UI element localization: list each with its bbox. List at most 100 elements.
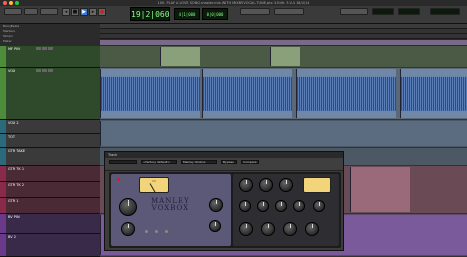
attack-knob[interactable] — [279, 178, 293, 192]
bypass-button[interactable]: Bypass — [221, 160, 237, 164]
track-header[interactable]: GTR 1 — [0, 198, 100, 214]
record-icon[interactable]: ● — [98, 8, 106, 16]
preset-selector[interactable]: <factory default> — [141, 160, 177, 164]
main-counter: 19|2|060 — [130, 7, 170, 21]
stop-icon[interactable]: ■ — [71, 8, 79, 16]
switch-icon[interactable] — [155, 230, 158, 233]
meter-button[interactable] — [398, 8, 420, 15]
minimize-icon[interactable] — [9, 1, 13, 5]
input-knob[interactable] — [121, 222, 135, 236]
window-title-text: 100. PLAY A LOVE SONG.master.mix.WITH MI… — [157, 1, 310, 5]
track-name: TOT — [8, 135, 16, 139]
ruler-tempo[interactable] — [100, 34, 467, 39]
vu-needle — [149, 183, 156, 194]
edit-tool-button[interactable] — [24, 8, 38, 15]
eq-high-knob[interactable] — [275, 200, 287, 212]
switch-icon[interactable] — [165, 230, 168, 233]
window-controls[interactable] — [3, 1, 19, 5]
mix-knob[interactable] — [305, 222, 319, 236]
vu-label: VU — [151, 179, 157, 183]
compressor-section — [233, 174, 339, 246]
hpf-knob[interactable] — [209, 220, 221, 232]
track-color — [0, 134, 6, 147]
master-knob[interactable] — [283, 222, 297, 236]
compare-button[interactable]: Compare — [241, 160, 259, 164]
track-name: GTR TK 1 — [8, 167, 25, 171]
track-color — [0, 166, 6, 181]
track-header[interactable]: BV PIN — [0, 214, 100, 234]
audio-clip[interactable] — [270, 47, 300, 66]
play-icon[interactable]: ▶ — [80, 8, 88, 16]
eq-low-knob[interactable] — [239, 200, 251, 212]
track-color — [0, 182, 6, 197]
track-name: GTR TAKE — [8, 149, 26, 153]
cpu-meter — [430, 8, 460, 15]
brand-name: MANLEY VOXBOX — [151, 198, 190, 212]
audio-clip[interactable] — [400, 69, 467, 118]
track-header[interactable]: MF PIN — [0, 46, 100, 68]
brand-line-2: VOXBOX — [151, 204, 190, 212]
ruler-label-meter: Meter — [3, 39, 12, 43]
audio-clip[interactable] — [100, 121, 467, 146]
track-lane[interactable] — [100, 120, 467, 148]
track-header[interactable]: TOT — [0, 134, 100, 148]
threshold-knob[interactable] — [239, 178, 253, 192]
track-name: GTR TK 2 — [8, 183, 25, 187]
release-knob[interactable] — [313, 200, 325, 212]
track-color — [0, 198, 6, 213]
deesser-knob[interactable] — [293, 200, 305, 212]
track-name: BV PIN — [8, 215, 20, 219]
track-buttons[interactable] — [36, 69, 53, 72]
track-color — [0, 234, 6, 256]
limiter-knob[interactable] — [239, 222, 253, 236]
audio-clip[interactable] — [350, 167, 410, 212]
makeup-knob[interactable] — [261, 222, 275, 236]
track-buttons[interactable] — [36, 47, 53, 50]
end-counter: 0|0|000 — [202, 8, 228, 20]
audio-clip[interactable] — [160, 47, 200, 66]
vu-meter: VU — [139, 177, 169, 194]
track-selector[interactable] — [109, 160, 137, 164]
plugin-window[interactable]: Track <factory default> Manley Voxbox By… — [104, 151, 344, 251]
grid-button[interactable] — [40, 8, 58, 15]
cursor-button[interactable] — [274, 8, 304, 15]
audio-clip[interactable] — [296, 69, 396, 118]
close-icon[interactable] — [3, 1, 7, 5]
track-color — [0, 148, 6, 165]
preamp-section: VU MANLEY VOXBOX — [111, 174, 231, 246]
gr-meter — [303, 177, 331, 193]
switch-icon[interactable] — [145, 230, 148, 233]
track-header[interactable]: GTR TK 2 — [0, 182, 100, 198]
zoom-preset-button[interactable] — [340, 8, 368, 15]
track-name: VOX — [8, 69, 16, 73]
track-lane[interactable] — [100, 46, 467, 68]
gain-knob[interactable] — [119, 198, 137, 216]
track-header[interactable]: GTR TAKE — [0, 148, 100, 166]
rewind-icon[interactable]: ◂ — [62, 8, 70, 16]
track-header[interactable]: BV 2 — [0, 234, 100, 257]
track-list: MF PIN VOX VOX 2 TOT GTR TAKE GTR TK 1 G… — [0, 46, 100, 257]
track-name: BV 2 — [8, 235, 17, 239]
track-header[interactable]: VOX 2 — [0, 120, 100, 134]
marker-strip[interactable] — [100, 40, 467, 45]
eq-mid-knob[interactable] — [257, 200, 269, 212]
zoom-icon[interactable] — [15, 1, 19, 5]
audio-clip[interactable] — [202, 69, 292, 118]
track-header[interactable]: VOX — [0, 68, 100, 120]
insert-selector[interactable]: Manley Voxbox — [181, 160, 217, 164]
ratio-knob[interactable] — [259, 178, 273, 192]
tempo-button[interactable] — [372, 8, 394, 15]
track-color — [0, 46, 6, 67]
track-lane[interactable] — [100, 68, 467, 120]
start-counter: 4|1|000 — [174, 8, 200, 20]
power-led — [117, 178, 120, 181]
transport-controls: ◂ ■ ▶ ▸ ● — [62, 8, 106, 16]
track-header[interactable]: GTR TK 1 — [0, 166, 100, 182]
output-knob[interactable] — [209, 198, 223, 212]
nudge-button[interactable] — [240, 8, 270, 15]
forward-icon[interactable]: ▸ — [89, 8, 97, 16]
audio-clip[interactable] — [100, 69, 200, 118]
track-color — [0, 68, 6, 119]
plugin-controls: <factory default> Manley Voxbox Bypass C… — [105, 158, 343, 171]
edit-mode-button[interactable] — [4, 8, 22, 15]
